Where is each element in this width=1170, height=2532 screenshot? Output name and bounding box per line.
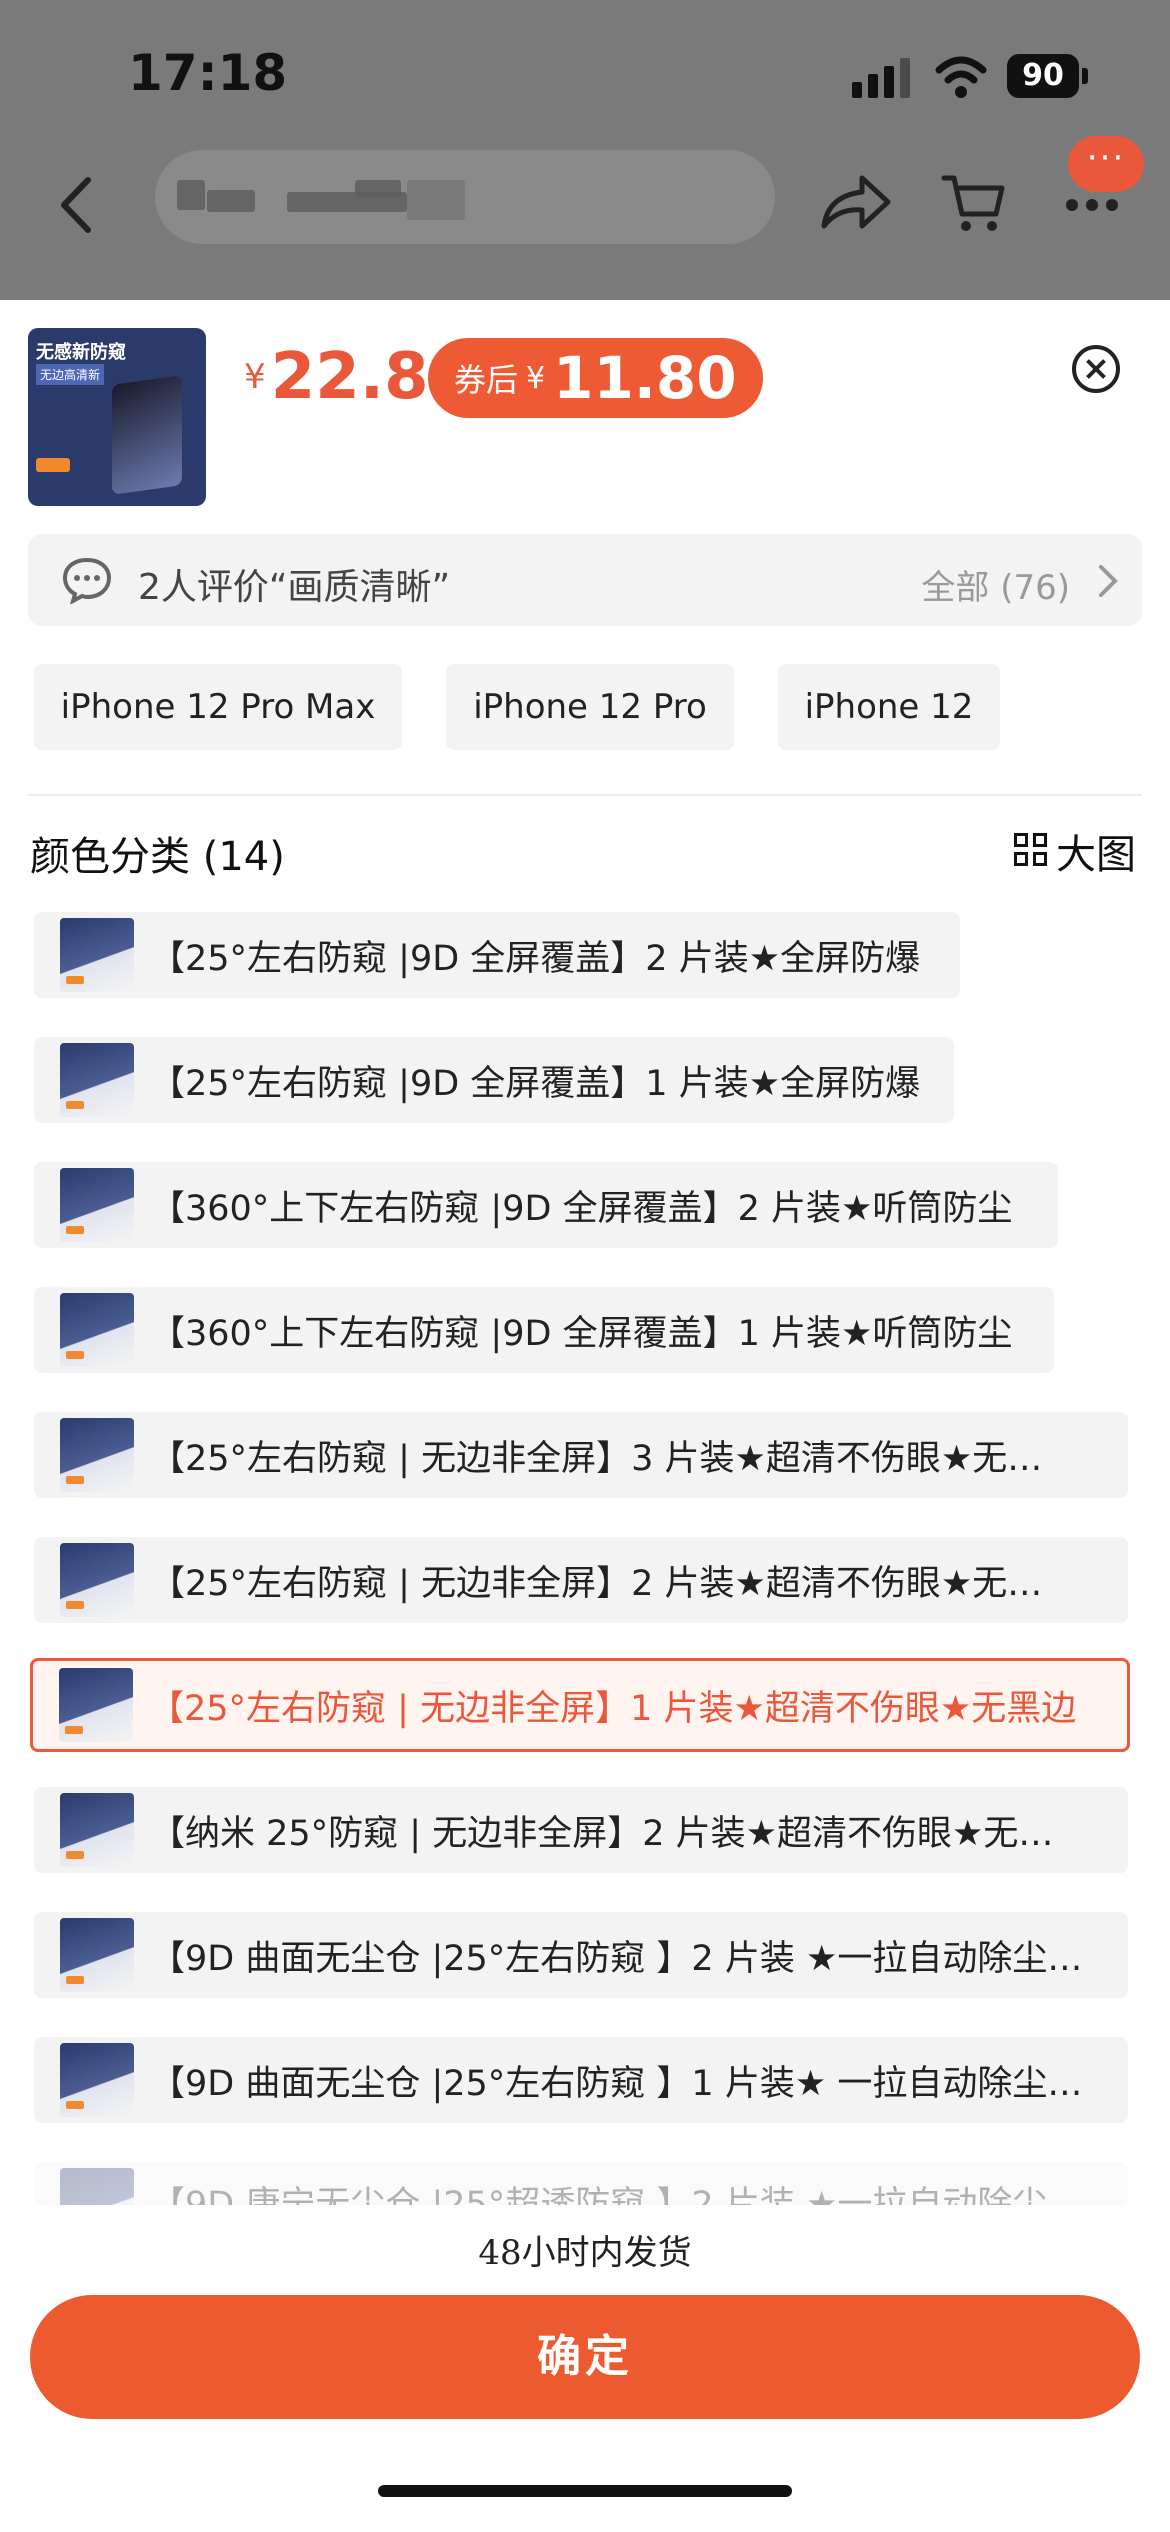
option-thumbnail	[60, 1168, 134, 1242]
review-all-link[interactable]: 全部 (76)	[921, 560, 1070, 609]
option-label: 【25°左右防窥 | 无边非全屏】2 片装★超清不伤眼★无…	[150, 1563, 1043, 1604]
price: ¥ 22.8	[244, 340, 429, 414]
comment-icon	[62, 557, 112, 604]
review-summary[interactable]: 2人评价“画质清晰” 全部 (76)	[28, 534, 1142, 626]
option-thumbnail	[60, 918, 134, 992]
back-icon[interactable]	[48, 170, 108, 240]
search-bar[interactable]	[155, 150, 775, 244]
review-summary-text: 2人评价“画质清晰”	[138, 567, 451, 608]
phone-illustration	[112, 375, 182, 495]
blurred-text	[207, 190, 255, 212]
big-view-toggle[interactable]: 大图	[1014, 822, 1136, 880]
option-thumbnail	[60, 1918, 134, 1992]
wifi-icon	[935, 56, 987, 98]
thumb-tag	[36, 458, 70, 472]
price-value: 22.8	[270, 340, 429, 414]
coupon-price-badge: 券后 ¥ 11.80	[428, 338, 763, 418]
more-icon[interactable]	[1062, 190, 1122, 220]
option-label: 【9D 曲面无尘仓 |25°左右防窥 】1 片装★ 一拉自动除尘…	[150, 2063, 1083, 2104]
color-option[interactable]: 【360°上下左右防窥 |9D 全屏覆盖】1 片装★听筒防尘	[34, 1287, 1054, 1373]
color-option[interactable]: 【360°上下左右防窥 |9D 全屏覆盖】2 片装★听筒防尘	[34, 1162, 1058, 1248]
option-label: 【纳米 25°防窥 | 无边非全屏】2 片装★超清不伤眼★无…	[150, 1813, 1054, 1854]
background-overlay[interactable]: 17:18 90 ···	[0, 0, 1170, 300]
confirm-button[interactable]: 确定	[30, 2295, 1140, 2419]
option-label: 【9D 康宁无尘仓 |25°超透防窥 】2 片装 ★一拉自动除尘…	[150, 2185, 1083, 2205]
option-label: 【25°左右防窥 |9D 全屏覆盖】1 片装★全屏防爆	[150, 1063, 921, 1104]
color-option[interactable]: 【9D 曲面无尘仓 |25°左右防窥 】1 片装★ 一拉自动除尘…	[34, 2037, 1128, 2123]
option-thumbnail	[60, 1543, 134, 1617]
color-option[interactable]: 【25°左右防窥 | 无边非全屏】2 片装★超清不伤眼★无…	[34, 1537, 1128, 1623]
blurred-text	[177, 180, 205, 210]
option-thumbnail	[60, 1043, 134, 1117]
shipping-note: 48小时内发货	[478, 2233, 692, 2273]
blurred-text	[407, 180, 465, 220]
coupon-label: 券后	[454, 361, 519, 399]
option-label: 【25°左右防窥 | 无边非全屏】1 片装★超清不伤眼★无黑边	[149, 1688, 1077, 1729]
thumb-title: 无感新防窥	[36, 342, 126, 363]
color-option[interactable]: 【25°左右防窥 |9D 全屏覆盖】1 片装★全屏防爆	[34, 1037, 954, 1123]
top-nav	[0, 150, 1170, 260]
option-thumbnail	[60, 2043, 134, 2117]
option-label: 【360°上下左右防窥 |9D 全屏覆盖】1 片装★听筒防尘	[150, 1313, 1013, 1354]
status-bar: 17:18 90	[0, 0, 1170, 150]
battery-indicator: 90	[1007, 54, 1079, 98]
color-option[interactable]: 【9D 曲面无尘仓 |25°左右防窥 】2 片装 ★一拉自动除尘…	[34, 1912, 1128, 1998]
coupon-currency: ¥	[526, 360, 546, 396]
share-icon[interactable]	[818, 172, 894, 232]
cart-icon[interactable]	[940, 170, 1006, 236]
sheet-footer: 48小时内发货 确定	[0, 2205, 1170, 2532]
message-badge[interactable]: ···	[1068, 136, 1144, 192]
option-label: 【360°上下左右防窥 |9D 全屏覆盖】2 片装★听筒防尘	[150, 1188, 1013, 1229]
option-thumbnail	[60, 1418, 134, 1492]
color-option[interactable]: 【纳米 25°防窥 | 无边非全屏】2 片装★超清不伤眼★无…	[34, 1787, 1128, 1873]
battery-cap	[1082, 68, 1088, 84]
color-option-selected[interactable]: 【25°左右防窥 | 无边非全屏】1 片装★超清不伤眼★无黑边	[30, 1658, 1130, 1752]
color-option[interactable]: 【25°左右防窥 |9D 全屏覆盖】2 片装★全屏防爆	[34, 912, 960, 998]
product-thumbnail[interactable]: 无感新防窥 无边高清新	[28, 328, 206, 506]
big-view-label: 大图	[1056, 832, 1136, 878]
home-indicator	[378, 2485, 792, 2497]
grid-icon	[1014, 833, 1050, 869]
chevron-right-icon	[1099, 565, 1118, 597]
model-option-iphone-12[interactable]: iPhone 12	[778, 664, 1000, 750]
close-icon[interactable]	[1072, 345, 1120, 393]
option-label: 【9D 曲面无尘仓 |25°左右防窥 】2 片装 ★一拉自动除尘…	[150, 1938, 1083, 1979]
color-section-title: 颜色分类 (14)	[30, 834, 285, 880]
thumb-subtitle: 无边高清新	[36, 364, 105, 385]
model-option-iphone-12-pro-max[interactable]: iPhone 12 Pro Max	[34, 664, 402, 750]
color-option[interactable]: 【9D 康宁无尘仓 |25°超透防窥 】2 片装 ★一拉自动除尘…	[34, 2162, 1128, 2205]
blurred-text	[355, 180, 401, 198]
option-thumbnail	[60, 1293, 134, 1367]
option-thumbnail	[60, 1793, 134, 1867]
option-thumbnail	[59, 1668, 133, 1742]
price-currency: ¥	[244, 357, 266, 397]
sku-selector-sheet: 无感新防窥 无边高清新 ¥ 22.8 券后 ¥ 11.80 2人评价“画质清晰”…	[0, 300, 1170, 2532]
signal-icon	[852, 58, 914, 98]
color-option[interactable]: 【25°左右防窥 | 无边非全屏】3 片装★超清不伤眼★无…	[34, 1412, 1128, 1498]
divider	[28, 794, 1142, 796]
model-option-iphone-12-pro[interactable]: iPhone 12 Pro	[446, 664, 734, 750]
coupon-price: 11.80	[553, 344, 737, 412]
option-label: 【25°左右防窥 | 无边非全屏】3 片装★超清不伤眼★无…	[150, 1438, 1043, 1479]
option-thumbnail	[60, 2168, 134, 2205]
option-label: 【25°左右防窥 |9D 全屏覆盖】2 片装★全屏防爆	[150, 938, 921, 979]
clock: 17:18	[128, 44, 288, 102]
